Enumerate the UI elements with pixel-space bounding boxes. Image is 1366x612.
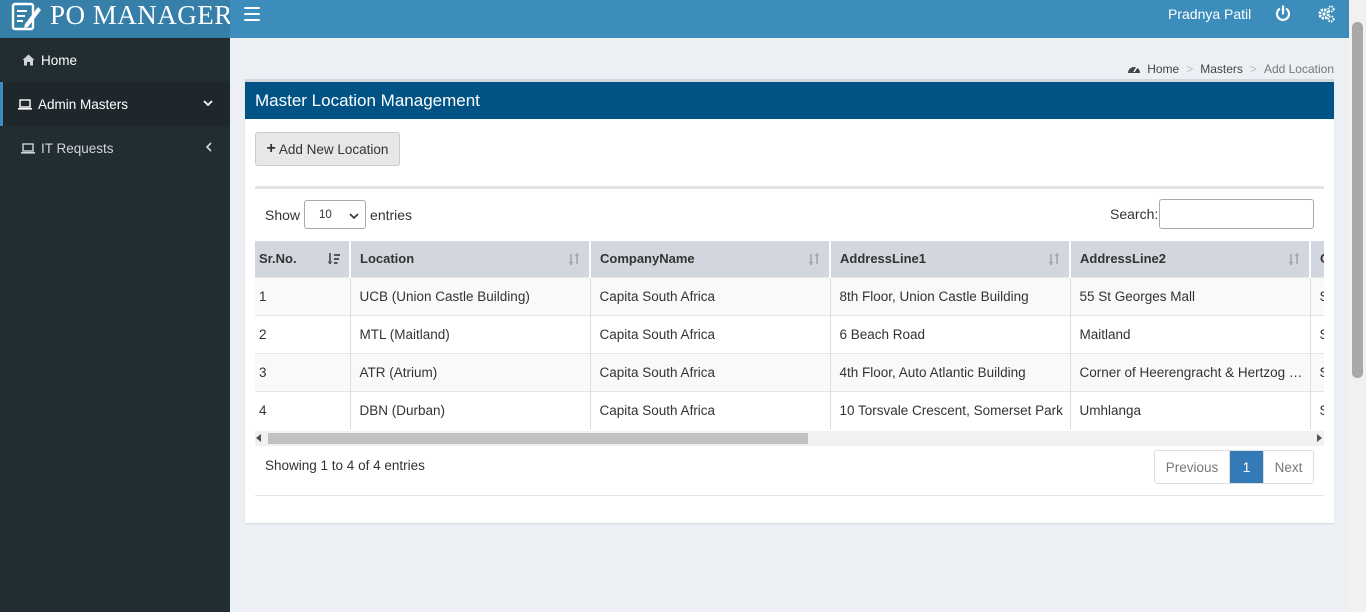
column-header-srno[interactable]: Sr.No.: [255, 241, 351, 277]
previous-button[interactable]: Previous: [1155, 451, 1230, 483]
sidebar-item-admin-masters[interactable]: Admin Masters: [0, 82, 230, 126]
show-label: Show: [265, 206, 301, 223]
cell-companyname: Capita South Africa: [590, 390, 831, 429]
sort-ascending-icon: [327, 252, 341, 266]
sidebar-item-it-requests[interactable]: IT Requests: [0, 126, 230, 170]
breadcrumb-home[interactable]: Home: [1147, 62, 1179, 76]
column-label: CompanyName: [600, 251, 695, 267]
page-1-button[interactable]: 1: [1230, 451, 1263, 483]
chevron-down-icon: [349, 211, 359, 219]
laptop-icon: [21, 141, 35, 155]
dashboard-icon: [1127, 63, 1141, 75]
panel-title: Master Location Management: [245, 82, 1334, 119]
show-entries: Show 10 entries: [265, 200, 412, 229]
column-header-addressline2[interactable]: AddressLine2: [1070, 241, 1311, 277]
cell-location: DBN (Durban): [350, 390, 591, 429]
cell-partial: S: [1310, 390, 1324, 429]
cell-addressline2: Umhlanga: [1070, 390, 1311, 429]
pagination: Previous 1 Next: [1154, 450, 1314, 484]
sort-icon: [807, 252, 821, 266]
cell-srno: 2: [255, 314, 351, 353]
locations-table: Sr.No. Location CompanyName AddressLine1…: [255, 241, 1324, 431]
home-icon: [21, 53, 35, 67]
cell-addressline1: 8th Floor, Union Castle Building: [830, 276, 1071, 315]
cell-srno: 4: [255, 390, 351, 429]
sidebar-item-home[interactable]: Home: [0, 38, 230, 82]
sidebar-item-label: Admin Masters: [38, 96, 129, 112]
scrollbar-thumb[interactable]: [268, 433, 808, 444]
add-location-label: Add New Location: [278, 141, 389, 157]
chevron-left-icon: [202, 141, 214, 153]
cell-srno: 1: [255, 276, 351, 315]
cell-companyname: Capita South Africa: [590, 352, 831, 391]
table-horizontal-scrollbar[interactable]: [255, 431, 1324, 446]
cell-addressline1: 4th Floor, Auto Atlantic Building: [830, 352, 1071, 391]
laptop-icon: [18, 97, 32, 111]
breadcrumb: Home > Masters > Add Location: [1127, 62, 1334, 76]
page-scrollbar[interactable]: [1349, 0, 1366, 612]
search-input[interactable]: [1159, 199, 1314, 229]
gears-icon[interactable]: [1316, 4, 1336, 24]
sort-icon: [567, 252, 581, 266]
cell-partial: S: [1310, 314, 1324, 353]
entries-label: entries: [370, 206, 413, 223]
table-row[interactable]: 2 MTL (Maitland) Capita South Africa 6 B…: [255, 314, 1324, 353]
scroll-left-icon[interactable]: [256, 434, 261, 442]
cell-partial: S: [1310, 276, 1324, 315]
column-label: Sr.No.: [259, 251, 297, 267]
cell-addressline2: 55 St Georges Mall: [1070, 276, 1311, 315]
cell-companyname: Capita South Africa: [590, 276, 831, 315]
column-label: AddressLine2: [1080, 251, 1166, 267]
menu-toggle-icon[interactable]: [244, 7, 260, 21]
divider: [255, 495, 1324, 496]
plus-icon: +: [266, 140, 276, 157]
breadcrumb-masters[interactable]: Masters: [1200, 62, 1243, 76]
divider: [255, 186, 1324, 189]
table-row[interactable]: 3 ATR (Atrium) Capita South Africa 4th F…: [255, 352, 1324, 391]
entries-select[interactable]: 10: [304, 200, 367, 229]
sidebar-menu: Home Admin Masters IT Requests: [0, 38, 230, 170]
power-icon[interactable]: [1274, 5, 1292, 23]
sort-icon: [1287, 252, 1301, 266]
column-header-addressline1[interactable]: AddressLine1: [830, 241, 1071, 277]
search-label: Search:: [1110, 206, 1159, 222]
add-location-button[interactable]: + Add New Location: [255, 132, 400, 166]
table-row[interactable]: 1 UCB (Union Castle Building) Capita Sou…: [255, 276, 1324, 315]
column-header-companyname[interactable]: CompanyName: [590, 241, 831, 277]
column-label: C: [1320, 251, 1324, 266]
cell-partial: S: [1310, 352, 1324, 391]
table-info: Showing 1 to 4 of 4 entries: [265, 458, 425, 473]
cell-companyname: Capita South Africa: [590, 314, 831, 353]
table-header-row: Sr.No. Location CompanyName AddressLine1…: [255, 241, 1324, 277]
user-name[interactable]: Pradnya Patil: [1168, 6, 1251, 22]
table-row[interactable]: 4 DBN (Durban) Capita South Africa 10 To…: [255, 390, 1324, 429]
column-label: Location: [360, 251, 415, 267]
cell-location: UCB (Union Castle Building): [350, 276, 591, 315]
cell-addressline2: Maitland: [1070, 314, 1311, 353]
chevron-down-icon: [202, 97, 214, 109]
sidebar: PO MANAGER Home Admin Masters IT Request…: [0, 0, 230, 612]
breadcrumb-current: Add Location: [1263, 62, 1334, 76]
scroll-right-icon[interactable]: [1317, 434, 1322, 442]
sort-icon: [1047, 252, 1061, 266]
cell-addressline2: Corner of Heerengracht & Hertzog Bouleva…: [1070, 352, 1311, 391]
top-header: Pradnya Patil: [230, 0, 1366, 38]
cell-addressline1: 6 Beach Road: [830, 314, 1071, 353]
logo[interactable]: PO MANAGER: [0, 0, 230, 38]
sidebar-item-label: Home: [41, 52, 78, 68]
app-title: PO MANAGER: [50, 0, 230, 30]
entries-value: 10: [319, 208, 332, 221]
edit-document-icon: [10, 0, 42, 33]
cell-location: MTL (Maitland): [350, 314, 591, 353]
cell-location: ATR (Atrium): [350, 352, 591, 391]
column-header-partial[interactable]: C: [1310, 241, 1324, 277]
next-button[interactable]: Next: [1263, 451, 1313, 483]
sidebar-item-label: IT Requests: [41, 140, 114, 156]
location-panel: Master Location Management + Add New Loc…: [245, 79, 1334, 523]
column-header-location[interactable]: Location: [350, 241, 591, 277]
cell-srno: 3: [255, 352, 351, 391]
cell-addressline1: 10 Torsvale Crescent, Somerset Park: [830, 390, 1071, 429]
column-label: AddressLine1: [840, 251, 926, 267]
